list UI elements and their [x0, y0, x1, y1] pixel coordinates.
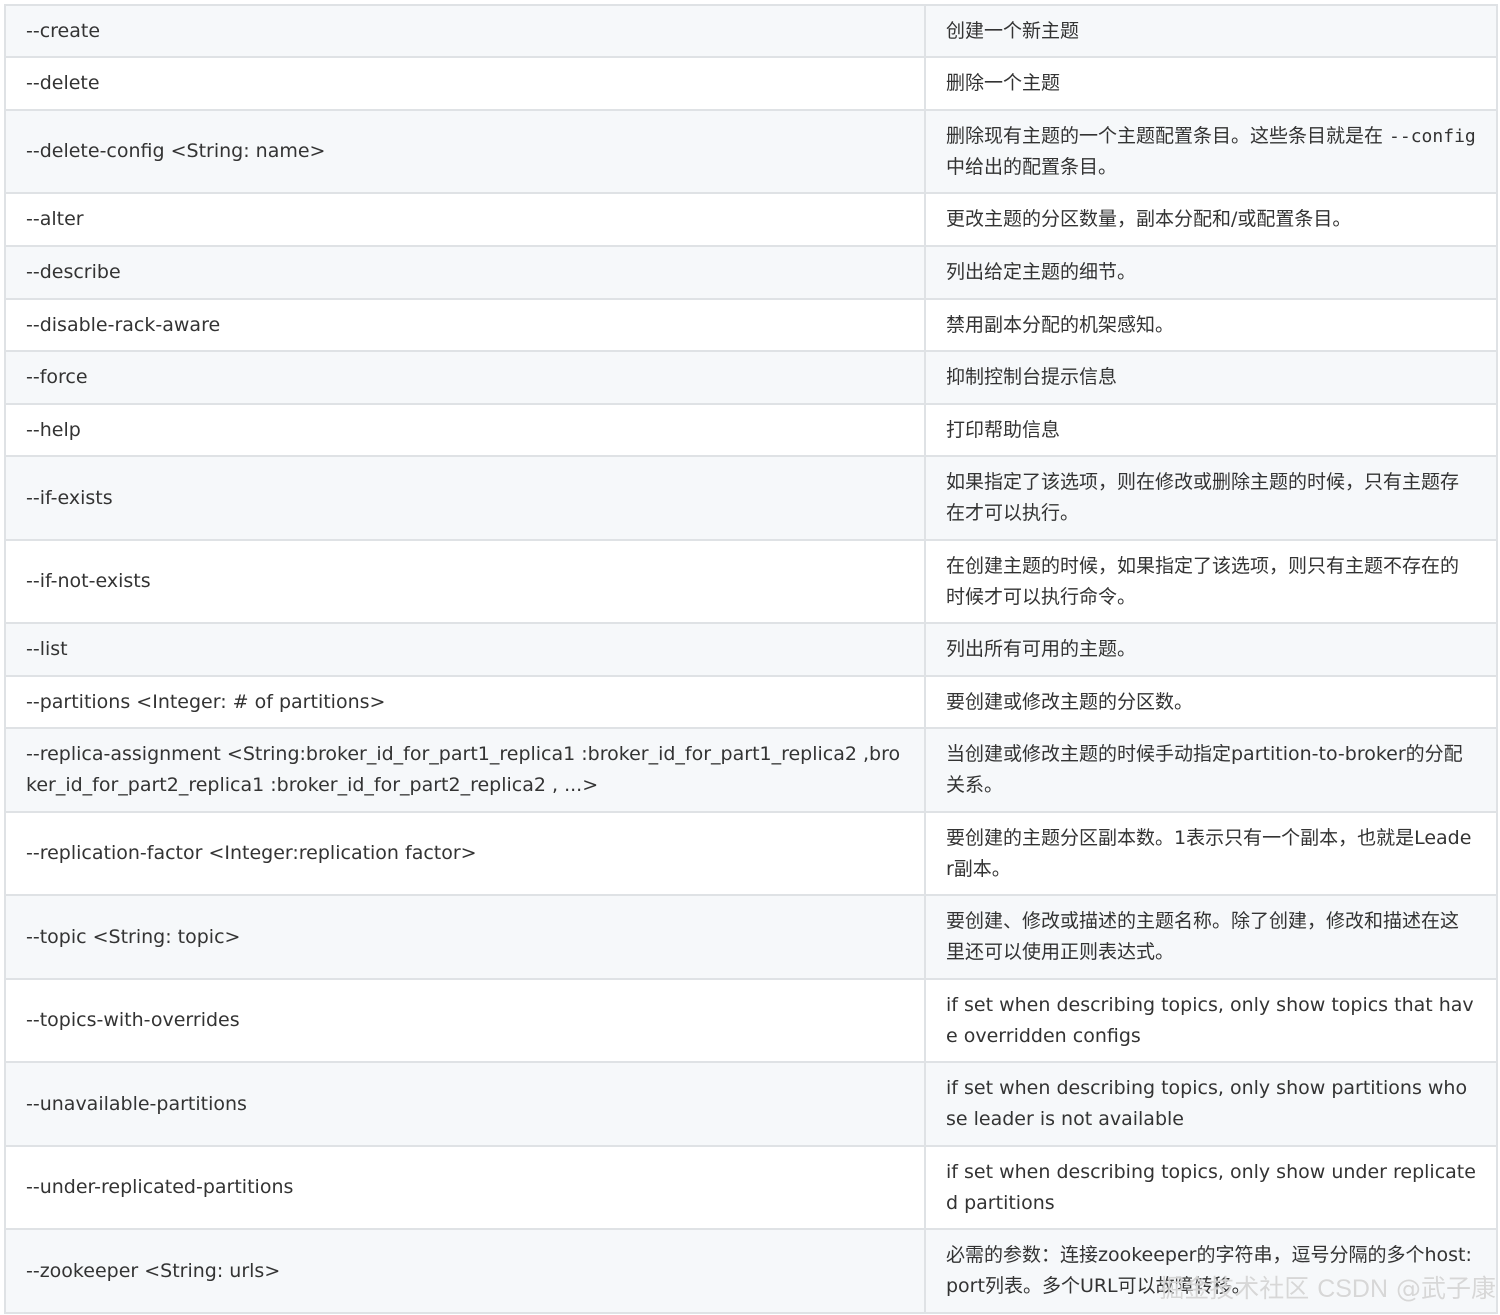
- option-cell: --alter: [4, 192, 926, 247]
- description-cell: 更改主题的分区数量，副本分配和/或配置条目。: [924, 192, 1498, 247]
- table-row: --delete-config <String: name> 删除现有主题的一个…: [4, 109, 1498, 194]
- option-cell: --if-not-exists: [4, 539, 926, 624]
- table-row: --unavailable-partitions if set when des…: [4, 1061, 1498, 1147]
- option-cell: --list: [4, 622, 926, 677]
- option-cell: --topic <String: topic>: [4, 894, 926, 980]
- option-cell: --under-replicated-partitions: [4, 1145, 926, 1230]
- description-cell: 当创建或修改主题的时候手动指定partition-to-broker的分配关系。: [924, 727, 1498, 813]
- option-cell: --help: [4, 403, 926, 457]
- option-cell: --unavailable-partitions: [4, 1061, 926, 1147]
- table-row: --alter 更改主题的分区数量，副本分配和/或配置条目。: [4, 192, 1498, 247]
- description-text: 删除现有主题的一个主题配置条目。这些条目就是在: [946, 124, 1390, 147]
- table-row: --replica-assignment <String:broker_id_f…: [4, 727, 1498, 813]
- option-cell: --replica-assignment <String:broker_id_f…: [4, 727, 926, 813]
- description-cell: 抑制控制台提示信息: [924, 350, 1498, 405]
- options-table: --create 创建一个新主题 --delete 删除一个主题 --delet…: [4, 4, 1498, 1314]
- table-row: --if-not-exists 在创建主题的时候，如果指定了该选项，则只有主题不…: [4, 539, 1498, 624]
- option-cell: --partitions <Integer: # of partitions>: [4, 675, 926, 729]
- description-cell: 如果指定了该选项，则在修改或删除主题的时候，只有主题存在才可以执行。: [924, 455, 1498, 541]
- table-row: --describe 列出给定主题的细节。: [4, 245, 1498, 300]
- table-row: --help 打印帮助信息: [4, 403, 1498, 457]
- table-row: --zookeeper <String: urls> 必需的参数：连接zooke…: [4, 1228, 1498, 1314]
- table-row: --delete 删除一个主题: [4, 56, 1498, 111]
- table-row: --disable-rack-aware 禁用副本分配的机架感知。: [4, 298, 1498, 352]
- description-cell: 必需的参数：连接zookeeper的字符串，逗号分隔的多个host:port列表…: [924, 1228, 1498, 1314]
- description-cell: 列出给定主题的细节。: [924, 245, 1498, 300]
- table-row: --force 抑制控制台提示信息: [4, 350, 1498, 405]
- option-cell: --replication-factor <Integer:replicatio…: [4, 811, 926, 896]
- description-cell: 列出所有可用的主题。: [924, 622, 1498, 677]
- description-cell: 删除一个主题: [924, 56, 1498, 111]
- description-cell: if set when describing topics, only show…: [924, 978, 1498, 1063]
- table-row: --create 创建一个新主题: [4, 4, 1498, 58]
- description-cell: 禁用副本分配的机架感知。: [924, 298, 1498, 352]
- option-cell: --topics-with-overrides: [4, 978, 926, 1063]
- table-row: --list 列出所有可用的主题。: [4, 622, 1498, 677]
- description-text: 中给出的配置条目。: [946, 155, 1118, 178]
- description-cell: 打印帮助信息: [924, 403, 1498, 457]
- description-cell: if set when describing topics, only show…: [924, 1145, 1498, 1230]
- description-cell: 要创建或修改主题的分区数。: [924, 675, 1498, 729]
- table-row: --topics-with-overrides if set when desc…: [4, 978, 1498, 1063]
- table-row: --if-exists 如果指定了该选项，则在修改或删除主题的时候，只有主题存在…: [4, 455, 1498, 541]
- option-cell: --if-exists: [4, 455, 926, 541]
- description-cell: 删除现有主题的一个主题配置条目。这些条目就是在 --config 中给出的配置条…: [924, 109, 1498, 194]
- description-cell: 在创建主题的时候，如果指定了该选项，则只有主题不存在的时候才可以执行命令。: [924, 539, 1498, 624]
- table-row: --partitions <Integer: # of partitions> …: [4, 675, 1498, 729]
- description-cell: 创建一个新主题: [924, 4, 1498, 58]
- inline-code: --config: [1389, 125, 1476, 147]
- option-cell: --zookeeper <String: urls>: [4, 1228, 926, 1314]
- description-cell: 要创建、修改或描述的主题名称。除了创建，修改和描述在这里还可以使用正则表达式。: [924, 894, 1498, 980]
- option-cell: --disable-rack-aware: [4, 298, 926, 352]
- table-row: --replication-factor <Integer:replicatio…: [4, 811, 1498, 896]
- description-cell: 要创建的主题分区副本数。1表示只有一个副本，也就是Leader副本。: [924, 811, 1498, 896]
- option-cell: --delete: [4, 56, 926, 111]
- table-row: --under-replicated-partitions if set whe…: [4, 1145, 1498, 1230]
- option-cell: --create: [4, 4, 926, 58]
- option-cell: --delete-config <String: name>: [4, 109, 926, 194]
- option-cell: --describe: [4, 245, 926, 300]
- description-cell: if set when describing topics, only show…: [924, 1061, 1498, 1147]
- option-cell: --force: [4, 350, 926, 405]
- table-row: --topic <String: topic> 要创建、修改或描述的主题名称。除…: [4, 894, 1498, 980]
